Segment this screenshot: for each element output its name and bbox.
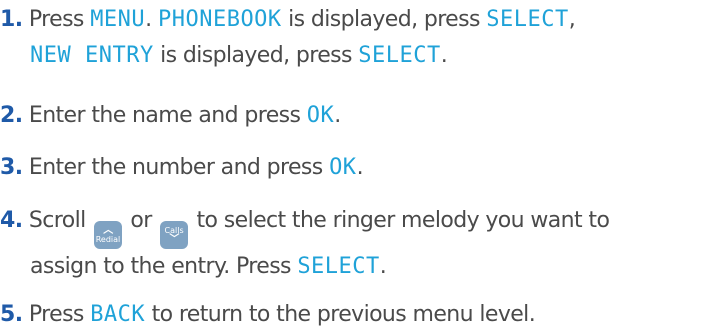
step-text: assign to the entry. Press [30,254,298,279]
step-1-line-1: 1. Press MENU. PHONEBOOK is displayed, p… [0,7,576,32]
step-text: or [124,208,159,233]
step-text: Scroll [28,208,92,233]
step-3: 3. Enter the number and press OK. [0,155,364,180]
display-text: BACK [90,302,146,327]
step-text: . [356,155,364,180]
display-text: SELECT [297,254,380,279]
step-5: 5. Press BACK to return to the previous … [0,302,536,327]
step-number: 4 [0,208,15,233]
display-text: SELECT [358,43,441,68]
chevron-down-icon: ﹀ [169,234,179,245]
step-text: to return to the previous menu level. [145,302,536,327]
step-2: 2. Enter the name and press OK. [0,103,341,128]
display-text: OK [329,155,357,180]
key-label: Redial [95,235,121,244]
step-4-line-2: assign to the entry. Press SELECT. [0,249,705,285]
step-1: 1. Press MENU. PHONEBOOK is displayed, p… [0,2,705,74]
display-text: OK [306,103,335,128]
display-text: MENU [90,7,146,32]
display-text: SELECT [486,7,569,32]
step-text: . [334,103,341,128]
step-text: Press [28,302,91,327]
step-text: is displayed, press [281,7,487,32]
step-text: . [440,43,448,68]
step-text: Enter the number and press [28,155,330,180]
step-number: 1 [0,7,15,32]
step-number: 5 [0,302,15,327]
calls-down-key-icon: Calls ﹀ [160,221,189,249]
step-1-line-2: NEW ENTRY is displayed, press SELECT. [0,38,705,74]
step-number: 3 [0,155,15,180]
step-text: , [568,7,576,32]
display-text: NEW ENTRY [30,43,154,68]
redial-up-key-icon: ︿ Redial [94,221,122,249]
display-text: PHONEBOOK [157,7,282,32]
step-text: to select the ringer melody you want to [190,208,610,233]
chevron-up-icon: ︿ [103,225,113,236]
step-number: 2 [0,103,15,128]
step-text: . [145,7,158,32]
step-text: is displayed, press [153,43,359,68]
step-text: . [379,254,387,279]
instruction-steps: 1. Press MENU. PHONEBOOK is displayed, p… [0,0,711,334]
step-4: 4. Scroll ︿ Redial or Calls ﹀ to select th… [0,203,705,285]
step-text: Enter the name and press [28,103,307,128]
step-text: Press [28,7,91,32]
step-4-line-1: 4. Scroll ︿ Redial or Calls ﹀ to select th… [0,203,705,249]
